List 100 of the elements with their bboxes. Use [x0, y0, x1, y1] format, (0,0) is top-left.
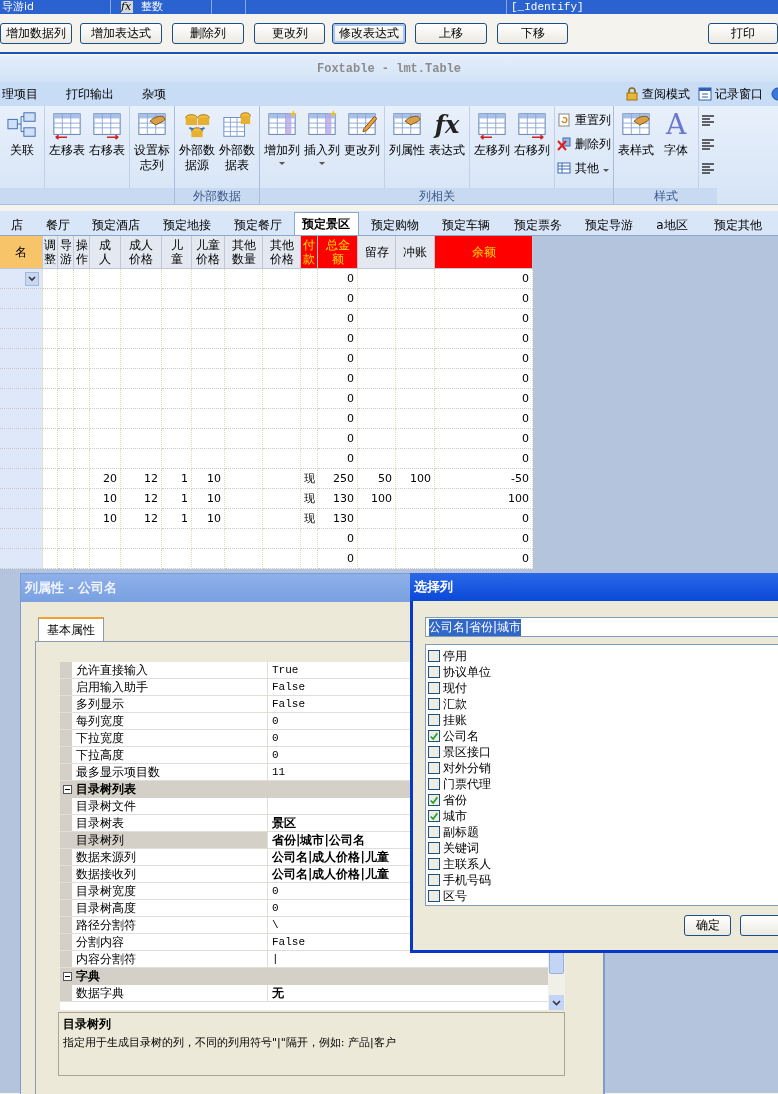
checkbox[interactable]	[428, 842, 440, 854]
checkbox[interactable]	[428, 794, 440, 806]
ribbon-button[interactable]: 表样式	[616, 108, 656, 188]
checkbox[interactable]	[428, 778, 440, 790]
table-cell[interactable]	[0, 389, 43, 409]
table-cell[interactable]	[0, 509, 43, 529]
property-name[interactable]: 启用输入助手	[72, 679, 268, 695]
column-header[interactable]: 冲账	[396, 236, 435, 269]
sheet-tab[interactable]: 预定其他	[698, 215, 778, 235]
ribbon-button[interactable]: A 字体	[656, 108, 696, 188]
property-value[interactable]: 无	[268, 985, 548, 1001]
menu-item[interactable]: 查阅模式	[642, 85, 690, 103]
checkbox[interactable]	[428, 746, 440, 758]
checkbox[interactable]	[428, 874, 440, 886]
toolbar-button[interactable]: 更改列	[253, 22, 326, 44]
toolbar-button[interactable]: 打印	[708, 22, 778, 44]
sheet-tab[interactable]: 预定景区	[293, 212, 360, 235]
property-name[interactable]: 下拉宽度	[72, 730, 268, 746]
sheet-tab[interactable]: 店	[0, 215, 34, 235]
property-name[interactable]: 最多显示项目数	[72, 764, 268, 780]
column-header[interactable]: 名	[0, 236, 43, 269]
checkbox[interactable]	[428, 858, 440, 870]
property-name[interactable]: 分割内容	[72, 934, 268, 950]
property-name[interactable]: 目录树列	[72, 832, 268, 848]
ribbon-button[interactable]: 设置标志列	[132, 108, 172, 188]
property-name[interactable]: 数据字典	[72, 985, 268, 1001]
toolbar-button[interactable]: 下移	[496, 22, 569, 44]
sheet-tab[interactable]: a地区	[645, 215, 699, 235]
ribbon-button[interactable]: 关联	[2, 108, 42, 188]
menu-item[interactable]: 理项目	[2, 85, 38, 103]
property-name[interactable]: 每列宽度	[72, 713, 268, 729]
toolbar-button[interactable]: 增加表达式	[79, 22, 163, 44]
ribbon-button[interactable]: 重置列	[557, 110, 611, 130]
collapse-icon[interactable]	[63, 785, 72, 794]
property-name[interactable]: 内容分割符	[72, 951, 268, 967]
sheet-tab[interactable]: 预定餐厅	[222, 215, 294, 235]
dialog-tab[interactable]: 基本属性	[38, 617, 104, 641]
ribbon-button[interactable]: 右移列	[512, 108, 552, 188]
toolbar-button[interactable]: 修改表达式	[332, 22, 407, 44]
ribbon-button[interactable]: 左移表	[47, 108, 87, 188]
table-cell[interactable]	[0, 329, 43, 349]
sheet-tab[interactable]: 预定购物	[359, 215, 431, 235]
ribbon-button[interactable]: 右移表	[87, 108, 127, 188]
column-header[interactable]: 其他价格	[263, 236, 301, 269]
table-cell[interactable]	[0, 489, 43, 509]
selected-columns-field[interactable]: 公司名|省份|城市	[425, 617, 778, 637]
ribbon-button[interactable]: 左移列	[472, 108, 512, 188]
checkbox[interactable]	[428, 650, 440, 662]
sheet-tab[interactable]: 预定导游	[573, 215, 646, 235]
table-cell[interactable]	[0, 289, 43, 309]
menu-item[interactable]: 杂项	[142, 85, 166, 103]
column-header[interactable]: 调整	[43, 236, 58, 269]
menu-item[interactable]: 打印输出	[66, 85, 114, 103]
checkbox[interactable]	[428, 810, 440, 822]
sheet-tab[interactable]: 预定车辆	[430, 215, 503, 235]
property-name[interactable]: 目录树文件	[72, 798, 268, 814]
property-value[interactable]: |	[268, 951, 548, 967]
property-name[interactable]: 下拉高度	[72, 747, 268, 763]
toolbar-button[interactable]: 上移	[415, 22, 487, 44]
ribbon-button[interactable]: 列属性	[387, 108, 427, 188]
column-header[interactable]: 操作	[74, 236, 90, 269]
column-header[interactable]: 留存	[358, 236, 396, 269]
table-cell[interactable]	[0, 349, 43, 369]
table-cell[interactable]	[0, 449, 43, 469]
ribbon-button[interactable]: 外部数据源	[177, 108, 217, 188]
column-header[interactable]: 儿童	[162, 236, 192, 269]
sheet-tab[interactable]: 预定酒店	[81, 215, 151, 235]
column-header[interactable]: 成人价格	[121, 236, 162, 269]
ribbon-button[interactable]: 插入列	[302, 108, 342, 188]
column-header[interactable]: 其他数量	[225, 236, 263, 269]
table-cell[interactable]	[0, 309, 43, 329]
table-cell[interactable]	[0, 369, 43, 389]
property-name[interactable]: 目录树高度	[72, 900, 268, 916]
table-cell[interactable]	[0, 269, 43, 289]
sheet-tab[interactable]: 预定地接	[150, 215, 223, 235]
checkbox[interactable]	[428, 698, 440, 710]
checkbox[interactable]	[428, 762, 440, 774]
table-cell[interactable]	[0, 409, 43, 429]
dropdown-button[interactable]	[25, 271, 39, 286]
property-name[interactable]: 数据接收列	[72, 866, 268, 882]
checkbox[interactable]	[428, 666, 440, 678]
ribbon-button[interactable]: 删除列	[557, 134, 611, 154]
table-cell[interactable]	[0, 549, 43, 569]
collapse-icon[interactable]	[63, 972, 72, 981]
table-cell[interactable]	[0, 529, 43, 549]
sheet-tab[interactable]: 预定票务	[502, 215, 574, 235]
property-name[interactable]: 目录树宽度	[72, 883, 268, 899]
column-header[interactable]: 导游	[58, 236, 74, 269]
column-header[interactable]: 儿童价格	[192, 236, 225, 269]
checkbox[interactable]	[428, 730, 440, 742]
property-name[interactable]: 目录树表	[72, 815, 268, 831]
property-name[interactable]: 允许直接输入	[72, 662, 268, 678]
toolbar-button[interactable]: 删除列	[172, 22, 244, 44]
dialog-button[interactable]	[740, 915, 778, 936]
menu-item[interactable]: 记录窗口	[715, 85, 763, 103]
table-cell[interactable]	[0, 429, 43, 449]
property-name[interactable]: 多列显示	[72, 696, 268, 712]
checkbox[interactable]	[428, 826, 440, 838]
ribbon-button[interactable]: 更改列	[342, 108, 382, 188]
toolbar-button[interactable]: 增加数据列	[0, 22, 72, 44]
